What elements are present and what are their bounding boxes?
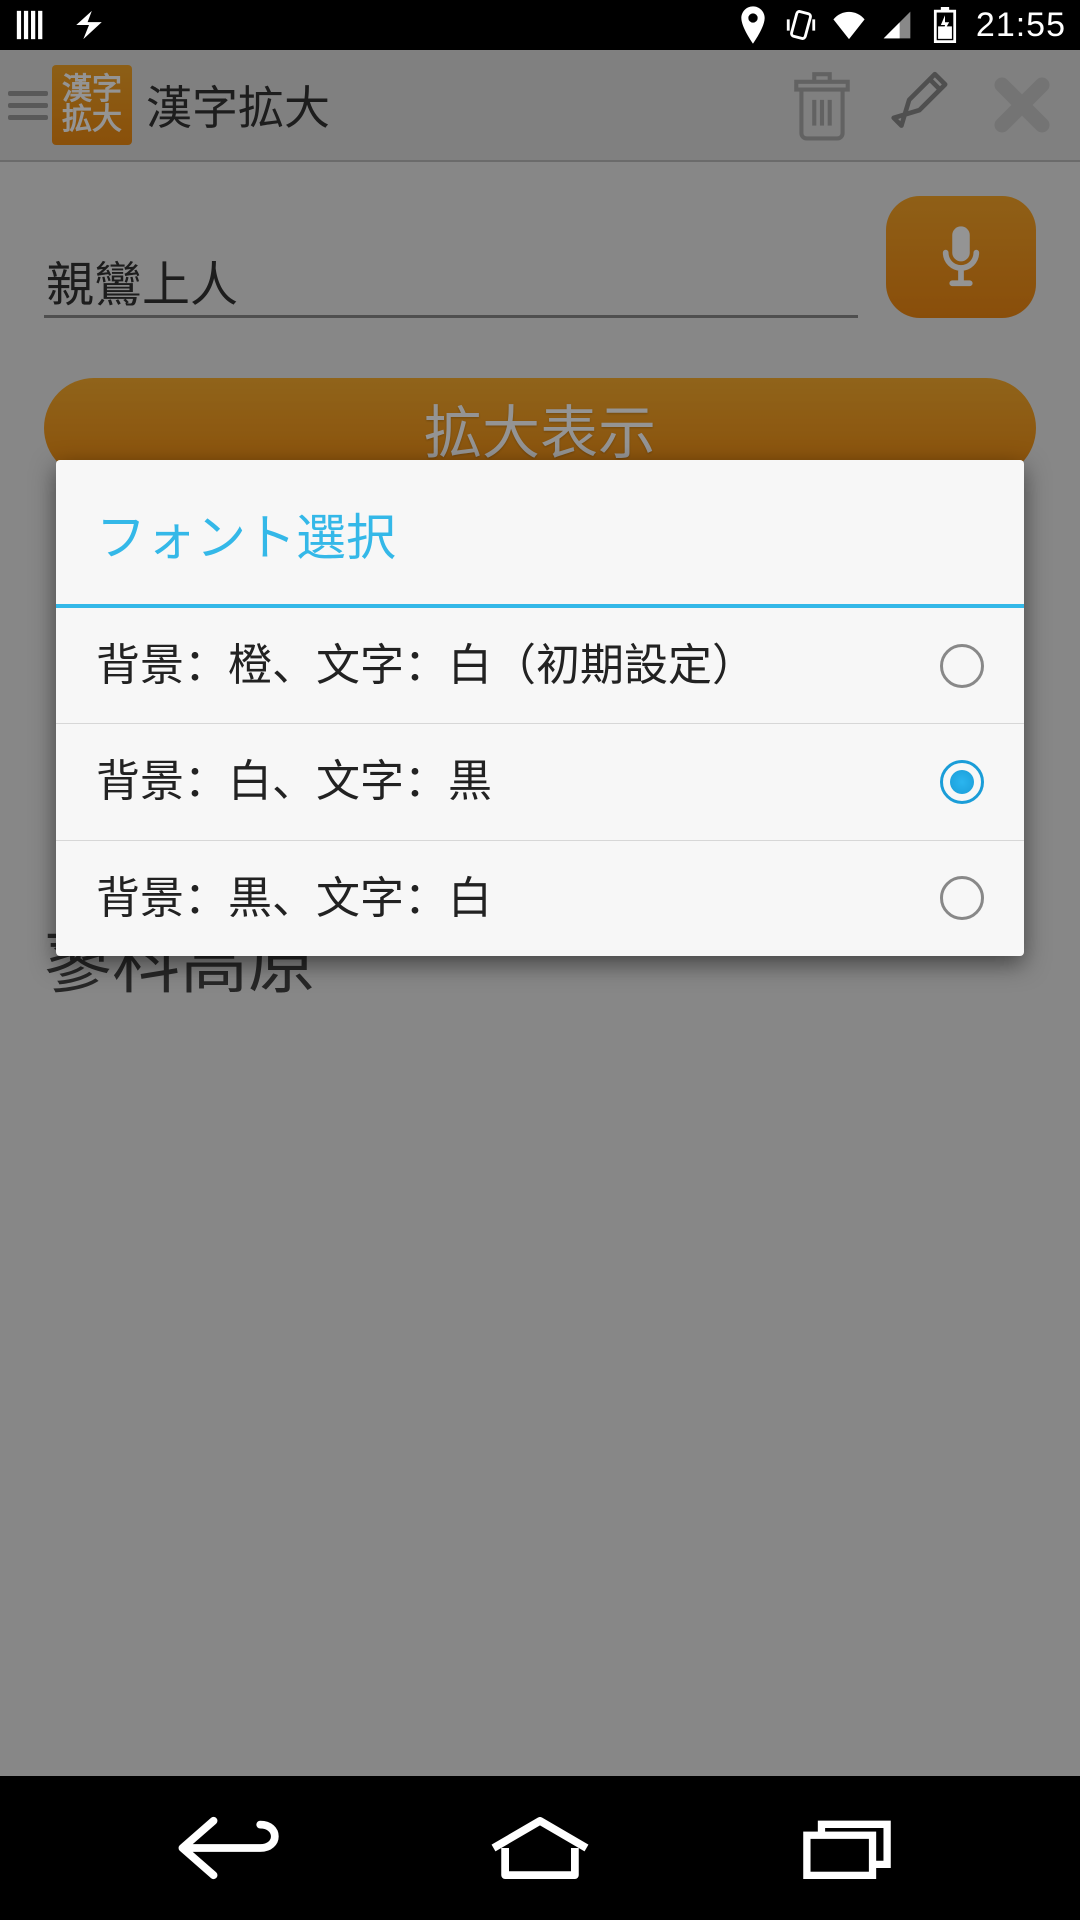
status-app-icon bbox=[14, 8, 48, 42]
option-label: 背景：黒、文字：白 bbox=[96, 869, 940, 928]
lightning-icon bbox=[72, 8, 106, 42]
option-label: 背景：橙、文字：白（初期設定） bbox=[96, 636, 940, 695]
recent-button[interactable] bbox=[777, 1808, 917, 1888]
location-icon bbox=[736, 8, 770, 42]
option-label: 背景：白、文字：黒 bbox=[96, 752, 940, 811]
wifi-icon bbox=[832, 8, 866, 42]
font-option-2[interactable]: 背景：黒、文字：白 bbox=[56, 841, 1024, 956]
font-option-0[interactable]: 背景：橙、文字：白（初期設定） bbox=[56, 608, 1024, 724]
font-option-1[interactable]: 背景：白、文字：黒 bbox=[56, 724, 1024, 840]
radio-icon bbox=[940, 644, 984, 688]
font-select-dialog: フォント選択 背景：橙、文字：白（初期設定） 背景：白、文字：黒 背景：黒、文字… bbox=[56, 460, 1024, 956]
home-button[interactable] bbox=[470, 1808, 610, 1888]
back-icon bbox=[173, 1813, 293, 1883]
status-bar: 21:55 bbox=[0, 0, 1080, 50]
nav-bar bbox=[0, 1776, 1080, 1920]
dialog-title: フォント選択 bbox=[56, 460, 1024, 608]
back-button[interactable] bbox=[163, 1808, 303, 1888]
home-icon bbox=[485, 1817, 595, 1879]
status-time: 21:55 bbox=[976, 6, 1066, 45]
radio-icon bbox=[940, 760, 984, 804]
radio-icon bbox=[940, 876, 984, 920]
vibrate-icon bbox=[784, 8, 818, 42]
recent-icon bbox=[797, 1817, 897, 1879]
signal-icon bbox=[880, 8, 914, 42]
battery-icon bbox=[928, 8, 962, 42]
